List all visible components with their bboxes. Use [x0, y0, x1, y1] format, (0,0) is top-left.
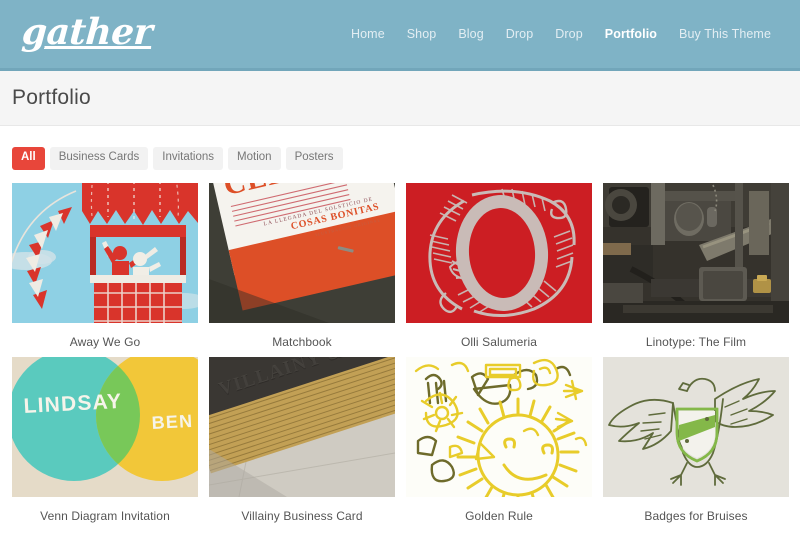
- portfolio-item[interactable]: Away We Go: [12, 182, 198, 349]
- portfolio-item-caption: Golden Rule: [465, 508, 533, 523]
- portfolio-grid: Away We Go CELEBRA LA LLEGADA DEL SOLSTI…: [0, 170, 800, 531]
- hot-air-balloon-artwork: [12, 182, 198, 323]
- matchbook-artwork: CELEBRA LA LLEGADA DEL SOLSTICIO DE COSA…: [209, 182, 395, 323]
- portfolio-item[interactable]: Badges for Bruises: [603, 356, 789, 523]
- nav-item-blog[interactable]: Blog: [447, 21, 494, 47]
- thumbnail-villainy-business-card[interactable]: VILLAINY & ASSOCIATES VILLAINY & ASSOCIA…: [209, 356, 395, 497]
- portfolio-item-caption: Villainy Business Card: [241, 508, 363, 523]
- main-navigation: Home Shop Blog Drop Drop Portfolio Buy T…: [340, 21, 782, 47]
- nav-item-shop[interactable]: Shop: [396, 21, 448, 47]
- thumbnail-olli-salumeria[interactable]: [406, 182, 592, 323]
- thumbnail-linotype-the-film[interactable]: [603, 182, 789, 323]
- portfolio-item-caption: Venn Diagram Invitation: [40, 508, 170, 523]
- site-header: gather Home Shop Blog Drop Drop Portfoli…: [0, 0, 800, 71]
- thumbnail-away-we-go[interactable]: [12, 182, 198, 323]
- filter-button-invitations[interactable]: Invitations: [153, 147, 224, 170]
- portfolio-item[interactable]: VILLAINY & ASSOCIATES VILLAINY & ASSOCIA…: [209, 356, 395, 523]
- nav-item-drop-1[interactable]: Drop: [495, 21, 545, 47]
- thumbnail-badges-for-bruises[interactable]: [603, 356, 789, 497]
- nav-item-drop-2[interactable]: Drop: [544, 21, 594, 47]
- portfolio-item[interactable]: Olli Salumeria: [406, 182, 592, 349]
- nav-item-home[interactable]: Home: [340, 21, 396, 47]
- page-title-bar: Portfolio: [0, 71, 800, 126]
- filter-button-all[interactable]: All: [12, 147, 45, 170]
- filter-button-business-cards[interactable]: Business Cards: [49, 147, 149, 170]
- page-title: Portfolio: [12, 86, 91, 109]
- portfolio-item-caption: Matchbook: [272, 334, 332, 349]
- eagle-crest-artwork: [603, 356, 789, 497]
- gilded-business-cards-artwork: VILLAINY & ASSOCIATES VILLAINY & ASSOCIA…: [209, 356, 395, 497]
- portfolio-item-caption: Away We Go: [69, 334, 141, 349]
- filter-button-posters[interactable]: Posters: [285, 147, 343, 170]
- portfolio-item-caption: Linotype: The Film: [645, 334, 747, 349]
- thumbnail-venn-diagram-invitation[interactable]: LINDSAY BEN: [12, 356, 198, 497]
- sun-doodles-artwork: [406, 356, 592, 497]
- thumbnail-golden-rule[interactable]: [406, 356, 592, 497]
- portfolio-item-caption: Badges for Bruises: [644, 508, 748, 523]
- site-logo[interactable]: gather: [21, 11, 154, 53]
- ornate-letter-o-artwork: [406, 182, 592, 323]
- portfolio-item[interactable]: Linotype: The Film: [603, 182, 789, 349]
- portfolio-item[interactable]: LINDSAY BEN Venn Diagram Invitation: [12, 356, 198, 523]
- portfolio-item-caption: Olli Salumeria: [460, 334, 538, 349]
- nav-item-buy-this-theme[interactable]: Buy This Theme: [668, 21, 782, 47]
- filter-button-motion[interactable]: Motion: [228, 147, 281, 170]
- portfolio-item[interactable]: CELEBRA LA LLEGADA DEL SOLSTICIO DE COSA…: [209, 182, 395, 349]
- linotype-machine-artwork: [603, 182, 789, 323]
- portfolio-filter-bar: All Business Cards Invitations Motion Po…: [0, 126, 800, 170]
- thumbnail-matchbook[interactable]: CELEBRA LA LLEGADA DEL SOLSTICIO DE COSA…: [209, 182, 395, 323]
- nav-item-portfolio[interactable]: Portfolio: [594, 21, 668, 47]
- portfolio-item[interactable]: Golden Rule: [406, 356, 592, 523]
- venn-diagram-artwork: LINDSAY BEN: [12, 356, 198, 497]
